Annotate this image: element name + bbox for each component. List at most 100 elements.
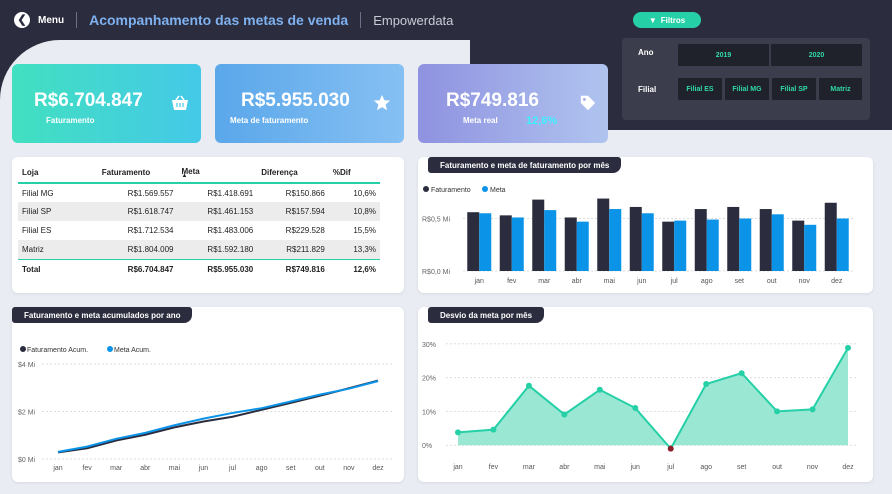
x-tick-label: ago <box>701 278 713 285</box>
data-point <box>845 344 851 351</box>
page-title: Acompanhamento das metas de venda <box>89 12 349 28</box>
legend-marker <box>20 346 26 352</box>
col-pct-dif[interactable]: %Dif <box>329 163 380 183</box>
x-tick-label: set <box>735 278 744 285</box>
tag-icon <box>578 93 598 113</box>
x-tick-label: nov <box>343 465 355 472</box>
kpi-percent: 12,6% <box>526 115 558 127</box>
divider <box>360 12 362 28</box>
y-tick-label: 20% <box>422 376 436 383</box>
x-tick-label: ago <box>700 464 712 471</box>
filter-ano-2020[interactable]: 2020 <box>771 44 862 66</box>
x-tick-label: out <box>767 278 777 285</box>
x-tick-label: jan <box>474 278 484 285</box>
bar <box>824 202 837 271</box>
bar <box>792 220 805 271</box>
bar <box>641 213 654 271</box>
col-diferenca[interactable]: Diferença <box>257 163 329 183</box>
data-point <box>525 382 532 389</box>
bar <box>499 215 512 271</box>
data-point <box>455 429 461 436</box>
x-tick-label: set <box>737 464 746 471</box>
legend-label: Meta Acum. <box>114 347 151 354</box>
bar <box>564 217 577 271</box>
star-icon <box>372 93 392 113</box>
bar <box>662 221 675 271</box>
table-cell: Matriz <box>18 240 98 259</box>
table-row[interactable]: Filial MG R$1.569.557 R$1.418.691 R$150.866… <box>18 183 380 202</box>
basket-icon <box>170 93 190 113</box>
bar <box>836 218 849 271</box>
table-cell: R$150.866 <box>285 188 325 198</box>
table-cell: 13,3% <box>328 240 380 259</box>
area-fill <box>458 347 848 449</box>
x-tick-label: set <box>286 465 295 472</box>
legend-marker <box>423 186 429 192</box>
table-row[interactable]: Matriz R$1.804.009 R$1.592.180 R$211.829 13,… <box>18 240 380 259</box>
table-cell: R$1.483.006 <box>207 226 254 235</box>
x-tick-label: nov <box>807 464 819 471</box>
filter-filial-label: Filial <box>638 85 657 94</box>
table-cell: R$229.528 <box>285 226 325 235</box>
filter-icon: ▼ <box>648 15 657 25</box>
bar <box>694 209 707 271</box>
x-tick-label: mai <box>594 464 606 471</box>
x-tick-label: jul <box>228 465 236 472</box>
bar <box>532 199 545 271</box>
table-cell: R$1.418.691 <box>207 188 254 198</box>
x-tick-label: jun <box>630 464 640 471</box>
col-faturamento[interactable]: Faturamento <box>98 163 178 183</box>
filter-filial-sp[interactable]: Filial SP <box>772 78 816 100</box>
table-cell: R$157.594 <box>257 202 329 221</box>
bar <box>511 217 524 271</box>
y-tick-label: 30% <box>422 342 436 349</box>
col-loja[interactable]: Loja <box>18 163 98 183</box>
legend-marker <box>107 346 113 352</box>
data-point <box>596 386 603 393</box>
data-point <box>667 445 674 452</box>
table-cell: 15,5% <box>353 226 376 235</box>
bar <box>771 214 784 271</box>
filters-button[interactable]: ▼ Filtros <box>633 12 701 28</box>
bar <box>544 210 557 271</box>
x-tick-label: abr <box>572 278 583 285</box>
y-tick-label: $4 Mi <box>18 362 36 369</box>
filter-ano-2019[interactable]: 2019 <box>678 44 769 66</box>
bar-chart: Faturamento Meta R$0,0 Mi R$0,5 Mi jan fev mar… <box>422 186 853 285</box>
kpi-value: R$6.704.847 <box>34 90 143 111</box>
table-cell: 10,8% <box>328 202 380 221</box>
back-icon[interactable]: ❮ <box>14 12 30 28</box>
table-cell: R$1.804.009 <box>97 240 178 259</box>
menu-button[interactable]: Menu <box>38 15 64 26</box>
table-total-cell: R$749.816 <box>257 258 329 279</box>
data-point <box>632 405 639 412</box>
table-row[interactable]: Filial SP R$1.618.747 R$1.461.153 R$157.594… <box>18 202 380 221</box>
data-point <box>774 408 781 415</box>
legend-marker <box>482 186 488 192</box>
filter-filial-matriz[interactable]: Matriz <box>819 78 862 100</box>
data-point <box>490 426 497 433</box>
filter-filial-mg[interactable]: Filial MG <box>725 78 769 100</box>
table-cell: R$211.829 <box>257 240 329 259</box>
x-tick-label: jul <box>670 278 678 285</box>
bar <box>759 209 772 271</box>
table-header-row: Loja Faturamento Meta ▲ Diferença %Dif <box>18 163 380 183</box>
x-tick-label: mai <box>169 465 181 472</box>
x-tick-label: out <box>315 465 325 472</box>
x-tick-label: jul <box>666 464 674 471</box>
x-tick-label: mar <box>110 465 123 472</box>
x-tick-label: fev <box>489 464 499 471</box>
x-tick-label: abr <box>559 464 570 471</box>
kpi-label: Meta real <box>463 116 498 125</box>
x-tick-label: jun <box>198 465 208 472</box>
table-row[interactable]: Filial ES R$1.712.534 R$1.483.006 R$229.528… <box>18 221 380 240</box>
bar <box>706 219 719 271</box>
table-cell: Filial ES <box>22 226 52 235</box>
col-meta[interactable]: Meta ▲ <box>178 163 258 183</box>
x-tick-label: mai <box>604 278 616 285</box>
x-tick-label: out <box>772 464 782 471</box>
brand-name: Empowerdata <box>373 12 454 28</box>
y-tick-label: 0% <box>422 443 432 450</box>
filter-filial-es[interactable]: Filial ES <box>678 78 722 100</box>
kpi-meta-real: R$749.816 Meta real 12,6% <box>418 64 608 143</box>
